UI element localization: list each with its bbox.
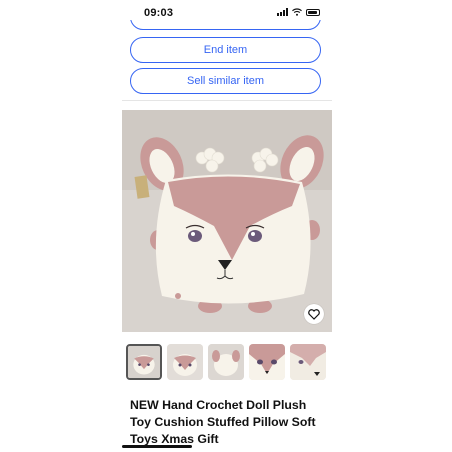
thumbnail-1[interactable] xyxy=(126,344,162,380)
listing-title: NEW Hand Crochet Doll Plush Toy Cushion … xyxy=(130,398,316,446)
end-item-button[interactable]: End item xyxy=(130,37,321,63)
thumbnail-4[interactable] xyxy=(249,344,285,380)
deer-pillow-image xyxy=(122,110,332,332)
sell-similar-item-button[interactable]: Sell similar item xyxy=(130,68,321,94)
status-icons xyxy=(277,8,320,16)
heart-icon xyxy=(308,308,320,320)
main-product-photo[interactable] xyxy=(122,110,332,332)
status-time: 09:03 xyxy=(144,7,174,19)
thumbnail-strip xyxy=(126,344,326,380)
thumbnail-5[interactable] xyxy=(290,344,326,380)
watch-heart-button[interactable] xyxy=(304,304,324,324)
battery-icon xyxy=(306,8,320,16)
divider xyxy=(122,100,332,101)
cellular-signal-icon xyxy=(277,8,288,16)
wifi-icon xyxy=(292,8,302,16)
phone-screen: 09:03 End item Sell similar item NEW Han… xyxy=(122,0,332,452)
home-indicator[interactable] xyxy=(122,445,192,448)
thumbnail-3[interactable] xyxy=(208,344,244,380)
thumbnail-2[interactable] xyxy=(167,344,203,380)
